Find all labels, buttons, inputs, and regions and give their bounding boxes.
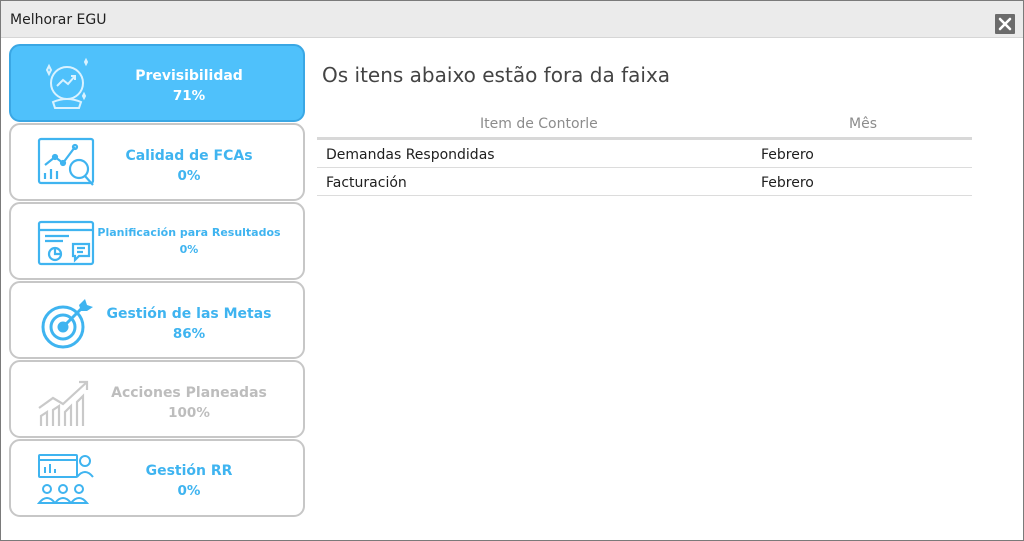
cell-month: Febrero xyxy=(761,175,814,191)
dialog-window: Melhorar EGU Previsibilidad 71% Calidad … xyxy=(0,0,1024,541)
table-header: Item de Contorle Mês xyxy=(317,109,972,140)
column-header-month[interactable]: Mês xyxy=(849,116,877,132)
sidebar-item-gestion-rr[interactable]: Gestión RR 0% xyxy=(9,439,305,517)
cell-month: Febrero xyxy=(761,147,814,163)
window-title: Melhorar EGU xyxy=(10,12,107,28)
sidebar-item-previsibilidad[interactable]: Previsibilidad 71% xyxy=(9,44,305,122)
sidebar-item-value: 71% xyxy=(172,88,206,104)
close-button[interactable] xyxy=(995,14,1015,34)
sidebar-item-planificacion-resultados[interactable]: Planificación para Resultados 0% xyxy=(9,202,305,280)
people-dashboard-icon xyxy=(36,454,94,504)
close-icon xyxy=(998,17,1012,31)
table-row[interactable]: Demandas Respondidas Febrero xyxy=(317,140,972,168)
cell-item: Facturación xyxy=(326,175,407,191)
sidebar-item-acciones-planeadas[interactable]: Acciones Planeadas 100% xyxy=(9,360,305,438)
sidebar-item-value: 0% xyxy=(179,243,199,256)
sidebar-item-label: Calidad de FCAs xyxy=(125,148,253,164)
page-title: Os itens abaixo estão fora da faixa xyxy=(322,63,671,87)
sidebar-item-calidad-fcas[interactable]: Calidad de FCAs 0% xyxy=(9,123,305,201)
column-header-item[interactable]: Item de Contorle xyxy=(480,116,598,132)
cell-item: Demandas Respondidas xyxy=(326,147,495,163)
chart-magnifier-icon xyxy=(37,137,95,186)
growth-bars-icon xyxy=(38,380,89,426)
sidebar-item-value: 0% xyxy=(177,168,201,184)
sidebar-item-value: 86% xyxy=(172,326,206,342)
sidebar-item-value: 0% xyxy=(177,483,201,499)
sidebar-item-value: 100% xyxy=(168,405,210,421)
crystal-ball-icon xyxy=(45,57,89,109)
sidebar-item-label: Gestión RR xyxy=(145,463,233,479)
sidebar-item-label: Gestión de las Metas xyxy=(106,306,272,322)
title-bar: Melhorar EGU xyxy=(1,1,1023,38)
sidebar-item-label: Previsibilidad xyxy=(135,68,243,84)
target-arrow-icon xyxy=(41,299,93,349)
sidebar-item-label: Planificación para Resultados xyxy=(97,226,281,239)
presentation-board-icon xyxy=(37,220,95,266)
table-row[interactable]: Facturación Febrero xyxy=(317,168,972,196)
out-of-range-table: Item de Contorle Mês Demandas Respondida… xyxy=(317,109,972,196)
sidebar-item-gestion-metas[interactable]: Gestión de las Metas 86% xyxy=(9,281,305,359)
sidebar-item-label: Acciones Planeadas xyxy=(111,385,267,401)
